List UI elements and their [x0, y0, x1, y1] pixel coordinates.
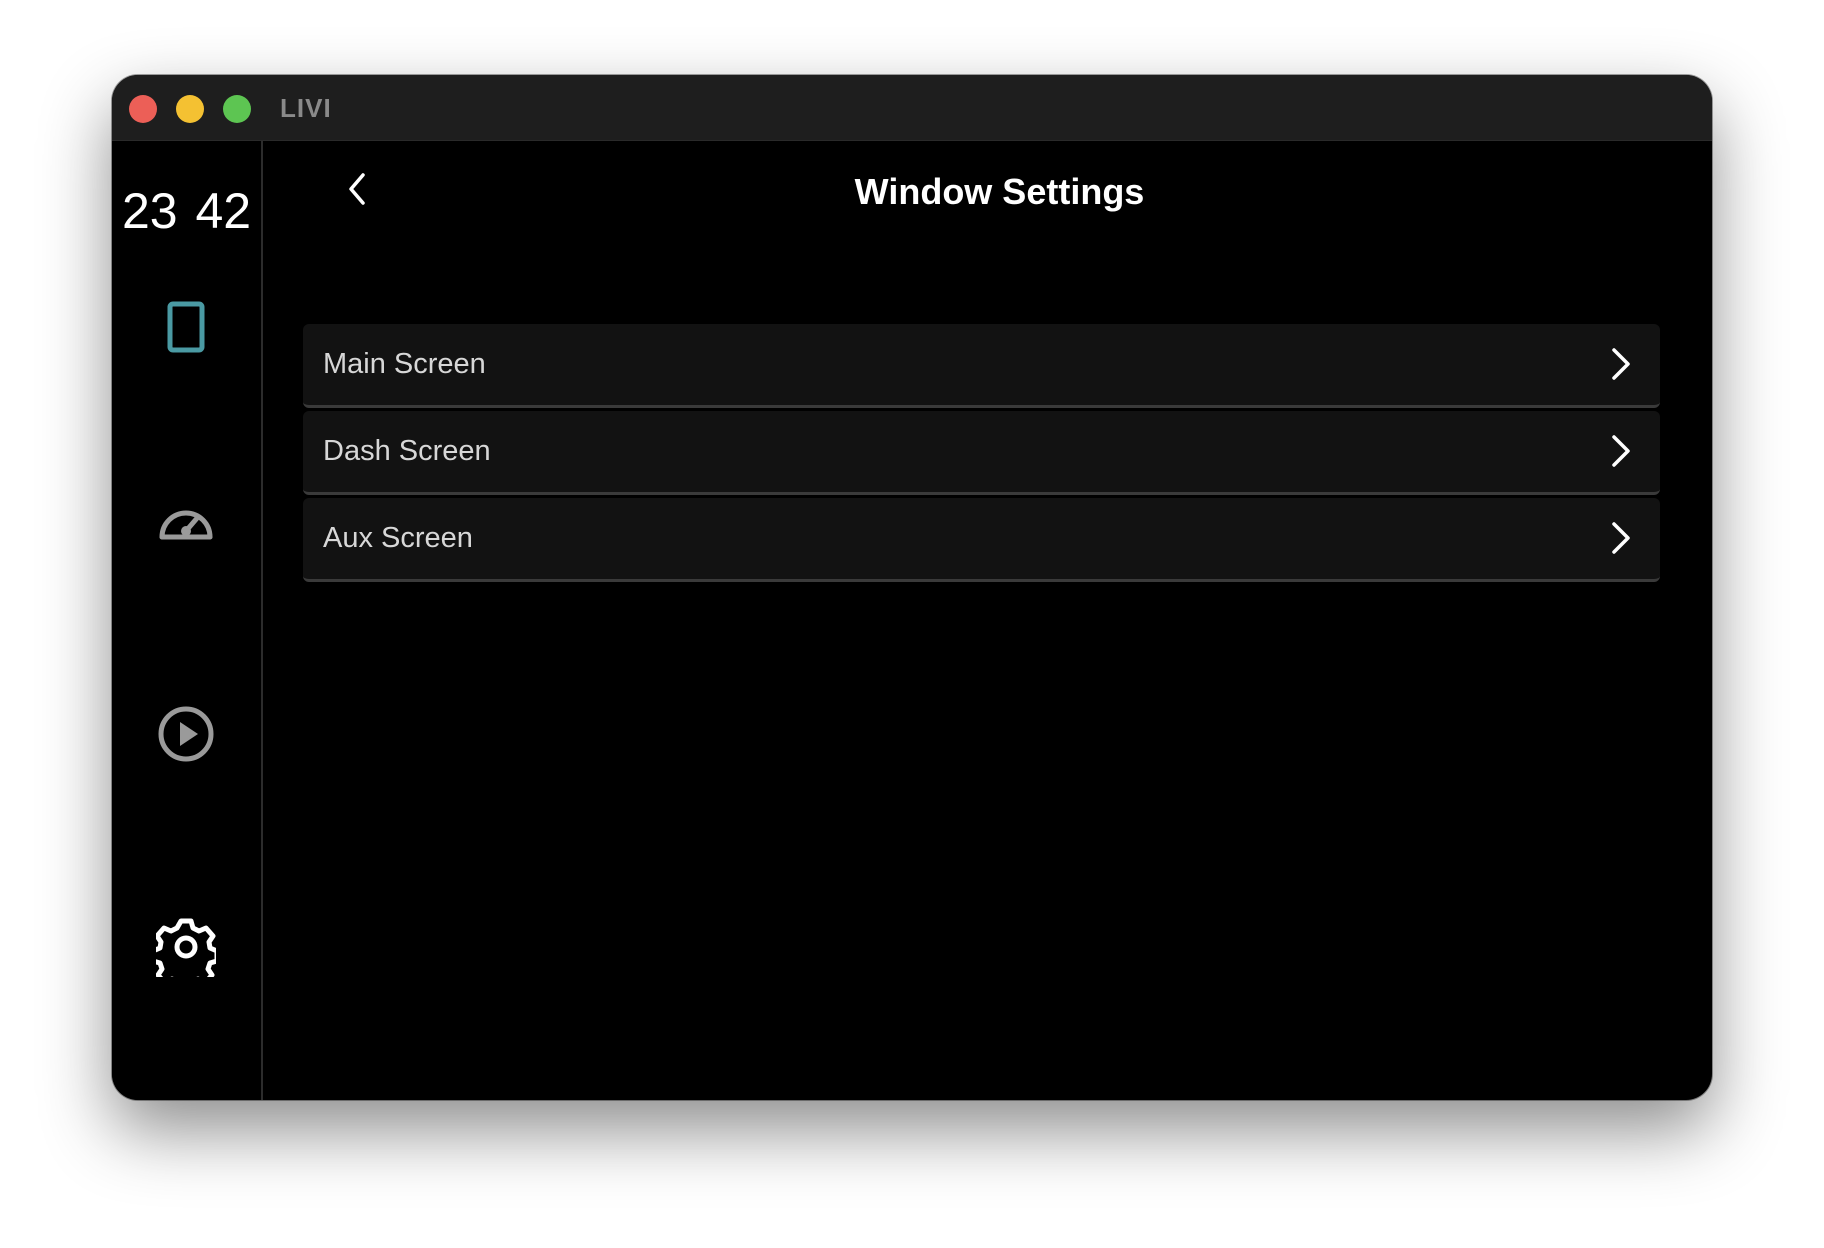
phone-icon: [164, 300, 208, 356]
maximize-window-button[interactable]: [223, 95, 251, 123]
sidebar-item-dashboard[interactable]: [146, 480, 226, 560]
chevron-right-icon: [1612, 435, 1630, 467]
sidebar-item-media[interactable]: [146, 694, 226, 774]
list-item-label: Aux Screen: [323, 522, 473, 554]
gear-icon: [156, 917, 216, 977]
speedometer-icon: [156, 495, 216, 545]
chevron-right-icon: [1612, 522, 1630, 554]
window-title: LIVI: [280, 93, 332, 123]
play-circle-icon: [156, 704, 216, 764]
sidebar-item-settings[interactable]: [146, 907, 226, 987]
chevron-right-icon: [1612, 348, 1630, 380]
close-window-button[interactable]: [129, 95, 157, 123]
sidebar: 23 42: [112, 141, 263, 1100]
main-content: Window Settings Main Screen Dash Screen …: [263, 141, 1712, 1100]
list-item-aux-screen[interactable]: Aux Screen: [303, 498, 1660, 582]
minimize-window-button[interactable]: [176, 95, 204, 123]
title-bar[interactable]: LIVI: [112, 75, 1712, 141]
settings-list: Main Screen Dash Screen Aux Screen: [303, 324, 1660, 585]
list-item-label: Dash Screen: [323, 435, 491, 467]
clock: 23 42: [121, 183, 252, 239]
sidebar-item-phone[interactable]: [146, 288, 226, 368]
app-window: LIVI 23 42 Window Settings Main Screen D…: [112, 75, 1712, 1100]
list-item-main-screen[interactable]: Main Screen: [303, 324, 1660, 408]
page-title: Window Settings: [854, 171, 1145, 212]
list-item-dash-screen[interactable]: Dash Screen: [303, 411, 1660, 495]
list-item-label: Main Screen: [323, 348, 486, 380]
